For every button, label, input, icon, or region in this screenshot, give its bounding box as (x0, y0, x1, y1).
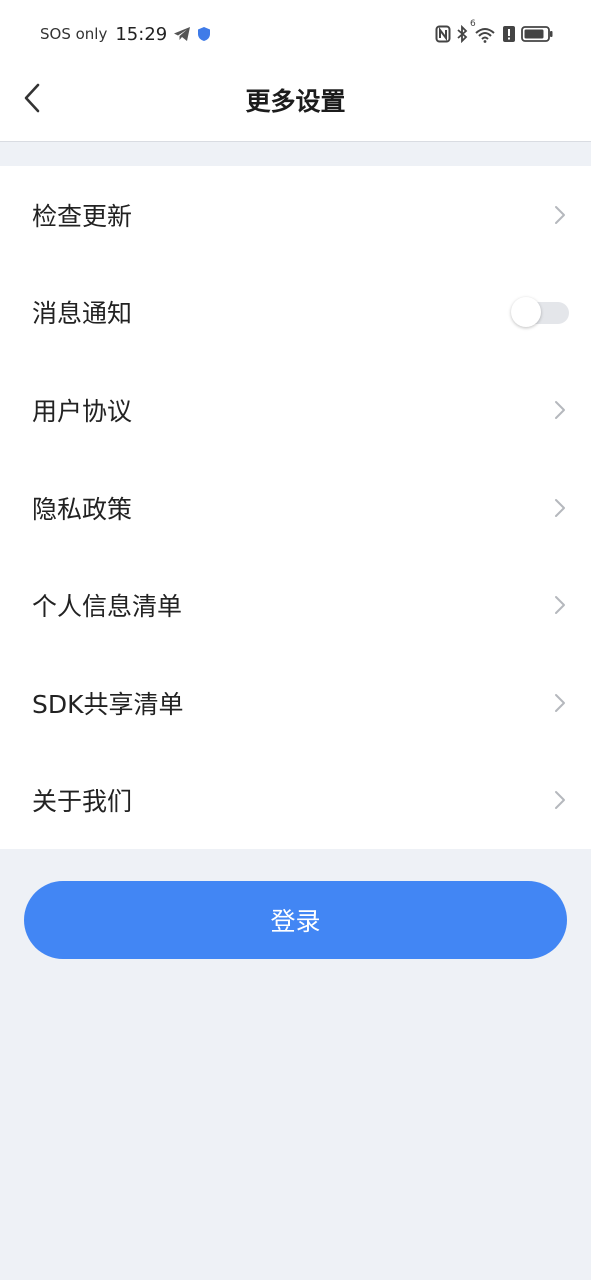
wifi-icon: 6 (470, 19, 497, 43)
nav-bar: 更多设置 (0, 66, 591, 142)
menu-item-check-update[interactable]: 检查更新 (0, 166, 591, 264)
chevron-right-icon (555, 791, 565, 810)
menu-item-privacy-policy[interactable]: 隐私政策 (0, 459, 591, 557)
notification-toggle[interactable] (511, 297, 569, 328)
menu-item-label: 消息通知 (32, 299, 133, 329)
menu-item-about-us[interactable]: 关于我们 (0, 752, 591, 850)
nfc-icon (435, 25, 451, 43)
menu-item-user-agreement[interactable]: 用户协议 (0, 361, 591, 459)
chevron-right-icon (555, 205, 565, 224)
alert-icon (502, 25, 516, 43)
menu-item-notifications: 消息通知 (0, 264, 591, 362)
menu-item-sdk-sharing-list[interactable]: SDK共享清单 (0, 654, 591, 752)
menu-item-label: 检查更新 (32, 201, 133, 231)
telegram-icon (173, 26, 191, 42)
menu-item-label: 个人信息清单 (32, 592, 183, 622)
battery-icon (521, 25, 553, 43)
menu-item-label: 隐私政策 (32, 494, 133, 524)
bluetooth-icon (456, 25, 468, 43)
menu-item-personal-info-list[interactable]: 个人信息清单 (0, 556, 591, 654)
login-button[interactable]: 登录 (24, 881, 567, 959)
status-time: 15:29 (115, 23, 168, 45)
status-bar: SOS only 15:29 6 (0, 0, 591, 66)
menu-item-label: 用户协议 (32, 396, 133, 426)
menu-item-label: 关于我们 (32, 787, 133, 817)
shield-icon (197, 26, 211, 42)
chevron-right-icon (555, 693, 565, 712)
network-type-label: 6 (470, 19, 476, 29)
settings-list: 检查更新 消息通知 用户协议 隐私政策 个人信息清单 SDK共享清单 关于我们 (0, 166, 591, 850)
menu-item-label: SDK共享清单 (32, 689, 184, 719)
chevron-right-icon (555, 596, 565, 615)
carrier-text: SOS only (40, 25, 108, 43)
chevron-right-icon (555, 498, 565, 517)
page-title: 更多设置 (245, 87, 346, 116)
chevron-right-icon (555, 400, 565, 419)
status-right: 6 (435, 19, 553, 46)
status-left: SOS only 15:29 (40, 22, 211, 46)
